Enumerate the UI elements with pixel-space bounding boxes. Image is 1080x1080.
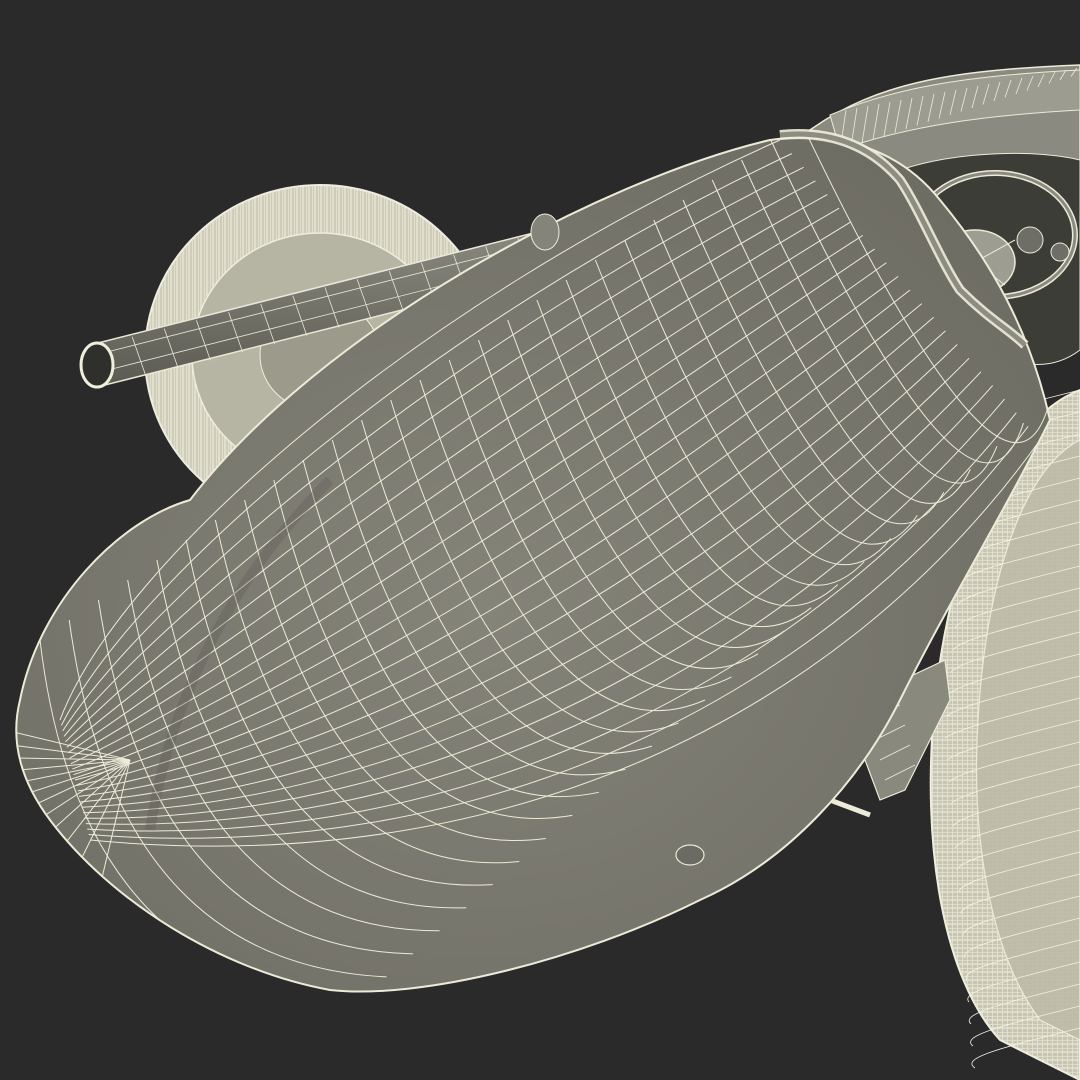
wireframe-render xyxy=(15,64,1080,1080)
nose-body xyxy=(15,129,1052,993)
render-viewport xyxy=(0,0,1080,1080)
